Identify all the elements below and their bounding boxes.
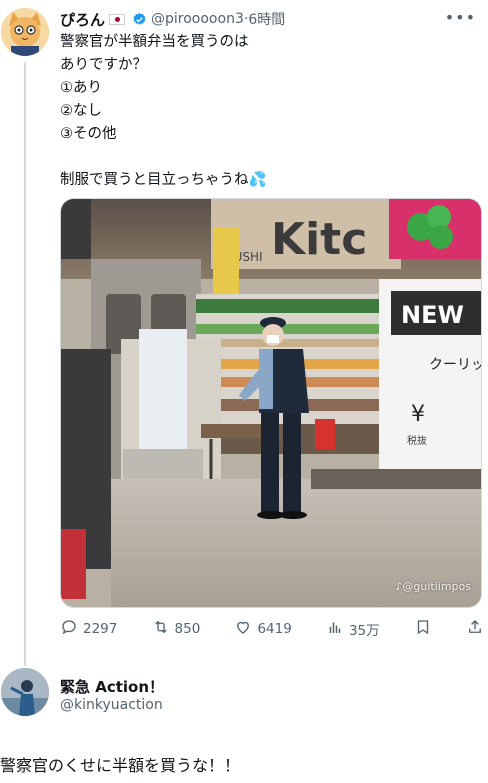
reply-avatar[interactable] [1,668,49,716]
tweet-text: 警察官が半額弁当を買うのは ありですか？ ①あり ②なし ③その他 制服で買うと… [60,34,267,188]
sign-new: NEW [401,301,464,329]
bookmark-icon [414,618,432,640]
timestamp[interactable]: 6時間 [248,9,285,29]
reply-icon [60,618,78,640]
thread-line [24,62,26,666]
verified-badge-icon [132,12,147,27]
reply-handle[interactable]: @kinkyuaction [60,697,163,713]
action-bar: 2297 850 6419 35万 [60,618,484,640]
retweet-icon [152,618,170,640]
handle[interactable]: @pirooooon3 [151,11,244,27]
share-button[interactable] [466,618,484,640]
reply-text: 警察官のくせに半額を買うな！！ [0,756,241,775]
tweet-header: ぴろん @pirooooon3 · 6時間 ••• [60,8,476,30]
sign-yen: ¥ [411,402,425,427]
sign-tax: 税抜 [407,434,427,447]
sign-kitchen: Kitc [271,214,367,265]
sign-price-label: クーリッ [429,357,482,373]
reply-display-name[interactable]: 緊急 Action！ [60,676,164,697]
tweet-image[interactable]: Kitc SUSHI NEW クーリッ ¥ 税抜 ♪@guitiimpos [60,198,482,608]
views-button[interactable]: 35万 [326,618,380,640]
retweet-button[interactable]: 850 [152,618,201,640]
more-icon[interactable]: ••• [445,8,476,27]
japan-flag-icon [109,13,126,25]
display-name[interactable]: ぴろん [60,9,105,30]
like-button[interactable]: 6419 [234,618,292,640]
avatar[interactable] [1,8,49,56]
tiktok-watermark: ♪@guitiimpos [395,580,471,593]
heart-icon [234,618,252,640]
reply-count: 2297 [83,621,118,637]
like-count: 6419 [257,621,292,637]
share-icon [466,618,484,640]
retweet-count: 850 [174,621,201,637]
bookmark-button[interactable] [414,618,432,640]
reply-button[interactable]: 2297 [60,618,117,640]
views-count: 35万 [348,623,380,639]
views-icon [326,618,344,640]
